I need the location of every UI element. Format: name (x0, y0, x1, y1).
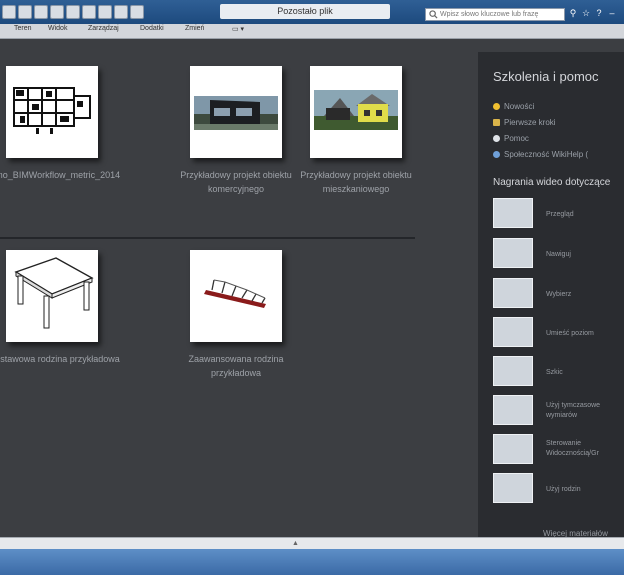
dropdown-icon[interactable] (130, 5, 144, 19)
quick-access-toolbar (2, 5, 144, 19)
training-help-panel: Szkolenia i pomoc Nowości Pierwsze kroki… (478, 52, 624, 538)
community-icon (493, 151, 500, 158)
video-label-przeglad[interactable]: Przegląd (546, 210, 574, 220)
commercial-building-render (194, 96, 278, 130)
video-label-widocznosc[interactable]: Sterowanie Widocznością/Gr (546, 439, 624, 459)
video-label-wybierz[interactable]: Wybierz (546, 290, 571, 300)
project-thumbnail-demo-bim[interactable] (6, 66, 98, 158)
print-icon[interactable] (82, 5, 96, 19)
menu-item-widok[interactable]: Widok (48, 25, 67, 32)
project-label-commercial[interactable]: Przykładowy projekt obiektu komercyjnego (166, 168, 306, 196)
save-icon[interactable] (34, 5, 48, 19)
video-label-nawiguj[interactable]: Nawiguj (546, 250, 571, 260)
resize-grip-icon[interactable]: ▲ (292, 540, 299, 547)
video-thumb-umiesc-poziom[interactable] (493, 317, 533, 347)
video-thumb-rodziny[interactable] (493, 473, 533, 503)
videos-heading: Nagrania wideo dotyczące (493, 177, 611, 188)
bulb-icon (493, 103, 500, 110)
residential-house-render (314, 90, 398, 130)
video-thumb-widocznosc[interactable] (493, 434, 533, 464)
measure-icon[interactable] (98, 5, 112, 19)
text-icon[interactable] (114, 5, 128, 19)
ribbon-toggle-icon[interactable]: ▭ ▾ (232, 25, 244, 33)
binoculars-icon[interactable]: ⚲ (568, 8, 578, 19)
family-label-advanced[interactable]: Zaawansowana rodzina przykładowa (166, 352, 306, 380)
panel-title: Szkolenia i pomoc (493, 69, 599, 84)
table-model-image (14, 257, 94, 329)
family-label-basic[interactable]: Podstawowa rodzina przykładowa (0, 352, 122, 366)
video-label-rodziny[interactable]: Użyj rodzin (546, 485, 581, 495)
link-wikihelp[interactable]: Społeczność WikiHelp ( (493, 150, 588, 159)
family-thumbnail-advanced[interactable] (190, 250, 282, 342)
project-thumbnail-commercial[interactable] (190, 66, 282, 158)
project-label-residential[interactable]: Przykładowy projekt obiektu mieszkaniowe… (286, 168, 426, 196)
search-icon (429, 10, 438, 19)
section-divider (0, 237, 415, 239)
taskbar (0, 549, 624, 575)
video-label-szkic[interactable]: Szkic (546, 368, 563, 378)
video-thumb-przeglad[interactable] (493, 198, 533, 228)
menu-item-zmien[interactable]: Zmień (185, 25, 204, 32)
menu-bar: Teren Widok Zarządzaj Dodatki Zmień ▭ ▾ (0, 24, 624, 39)
video-label-wymiary[interactable]: Użyj tymczasowe wymiarów (546, 401, 616, 421)
menu-item-zarzadzaj[interactable]: Zarządzaj (88, 25, 119, 32)
title-bar: Pozostało plik Wpisz słowo kluczowe lub … (0, 0, 624, 24)
project-label-demo-bim[interactable]: Demo_BIMWorkflow_metric_2014 (0, 168, 122, 182)
help-circle-icon (493, 135, 500, 142)
star-icon[interactable]: ☆ (581, 8, 591, 19)
search-input[interactable]: Wpisz słowo kluczowe lub frazę (425, 8, 565, 21)
search-placeholder: Wpisz słowo kluczowe lub frazę (440, 11, 539, 18)
menu-item-dodatki[interactable]: Dodatki (140, 25, 164, 32)
link-nowosci[interactable]: Nowości (493, 102, 534, 111)
undo-icon[interactable] (50, 5, 64, 19)
video-thumb-szkic[interactable] (493, 356, 533, 386)
redo-icon[interactable] (66, 5, 80, 19)
help-icon[interactable]: ? (594, 8, 604, 19)
open-icon[interactable] (18, 5, 32, 19)
video-thumb-wymiary[interactable] (493, 395, 533, 425)
link-pierwsze-kroki[interactable]: Pierwsze kroki (493, 118, 556, 127)
book-icon (493, 119, 500, 126)
floor-plan-image (13, 87, 91, 134)
video-thumb-wybierz[interactable] (493, 278, 533, 308)
video-label-umiesc-poziom[interactable]: Umieść poziom (546, 329, 594, 339)
video-thumb-nawiguj[interactable] (493, 238, 533, 268)
minimize-icon[interactable]: – (607, 8, 617, 19)
project-thumbnail-residential[interactable] (310, 66, 402, 158)
family-thumbnail-basic[interactable] (6, 250, 98, 342)
app-menu-icon[interactable] (2, 5, 16, 19)
window-title: Pozostało plik (220, 4, 390, 19)
link-pomoc[interactable]: Pomoc (493, 134, 529, 143)
spiral-stair-model-image (204, 279, 266, 308)
menu-item-teren[interactable]: Teren (14, 25, 32, 32)
